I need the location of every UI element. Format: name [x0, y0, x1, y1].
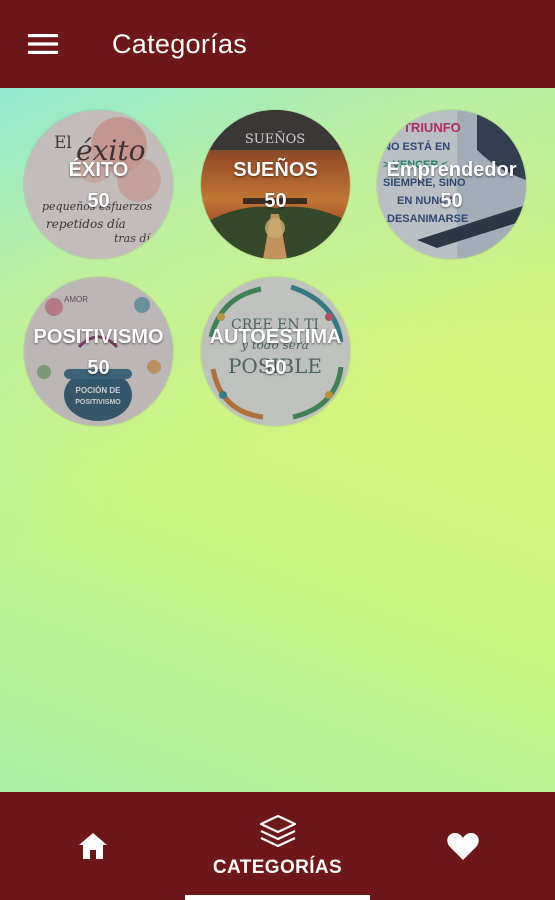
category-name: SUEÑOS: [233, 159, 318, 181]
category-overlay: [201, 110, 350, 259]
category-exito[interactable]: El éxito pequeños esfuerzos repetidos dí…: [24, 110, 173, 259]
category-count: 50: [264, 190, 287, 212]
category-overlay: [24, 110, 173, 259]
hamburger-menu-icon: [28, 34, 58, 54]
home-icon: [78, 833, 107, 859]
layers-icon: [259, 814, 296, 848]
category-overlay: [24, 277, 173, 426]
category-positivismo[interactable]: AMOR POCIÓN DE POSITIVISMO POSITIVISMO 5…: [24, 277, 173, 426]
nav-home[interactable]: [0, 792, 185, 900]
nav-favorites[interactable]: [370, 792, 555, 900]
menu-button[interactable]: [22, 26, 64, 62]
category-count: 50: [440, 190, 463, 212]
categories-content: El éxito pequeños esfuerzos repetidos dí…: [0, 88, 555, 792]
category-autoestima[interactable]: CREE EN TI y todo será POSIBLE AUTOESTIM…: [201, 277, 350, 426]
category-name: Emprendedor: [386, 159, 517, 181]
category-name: ÉXITO: [68, 159, 129, 181]
category-emprendedor[interactable]: EL TRIUNFO NO ESTÁ EN > VENCER < SIEMPRE…: [377, 110, 526, 259]
category-count: 50: [87, 190, 110, 212]
bottom-navigation: CATEGORÍAS: [0, 792, 555, 900]
category-name: POSITIVISMO: [33, 326, 164, 348]
category-count: 50: [87, 357, 110, 379]
heart-icon: [446, 833, 479, 860]
category-count: 50: [264, 357, 287, 379]
category-overlay: [377, 110, 526, 259]
nav-categories[interactable]: CATEGORÍAS: [185, 792, 370, 900]
page-title: Categorías: [112, 29, 248, 59]
nav-categories-label: CATEGORÍAS: [212, 857, 343, 878]
app-bar: Categorías: [0, 0, 555, 88]
active-tab-indicator: [185, 895, 370, 900]
category-name: AUTOESTIMA: [209, 326, 342, 348]
category-overlay: [201, 277, 350, 426]
category-suenos[interactable]: SUEÑOS SUEÑOS 50: [201, 110, 350, 259]
